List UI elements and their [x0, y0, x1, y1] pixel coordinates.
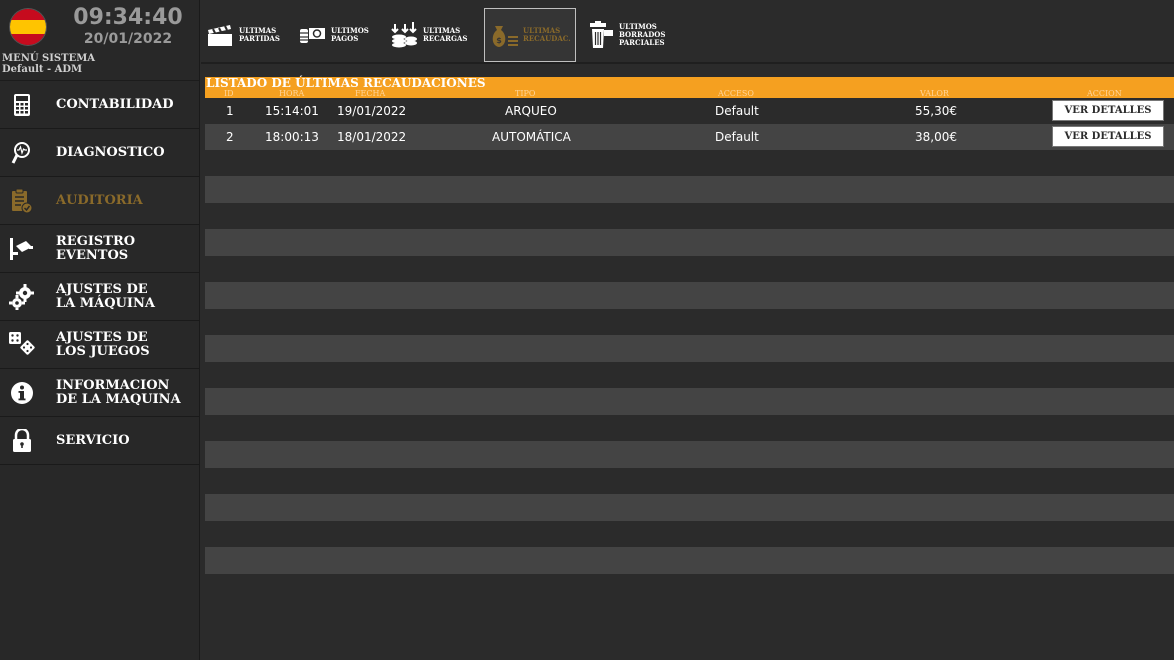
sidebar-item-label: AUDITORIA — [56, 192, 143, 208]
sidebar-item-label: DIAGNOSTICO — [56, 144, 165, 160]
cell-fecha: 19/01/2022 — [337, 104, 407, 118]
clock-date: 20/01/2022 — [83, 31, 173, 47]
cash-icon — [300, 28, 325, 43]
coins-icon — [391, 22, 417, 48]
empty-table-row — [205, 494, 1174, 521]
system-header: 09:34:40 20/01/2022 MENÚ SISTEMA Default… — [0, 0, 199, 81]
camera-icon — [8, 235, 36, 263]
sidebar-item-informacion[interactable]: INFORMACION DE LA MAQUINA — [0, 369, 199, 417]
column-header-fecha: FECHA — [355, 89, 386, 98]
cell-fecha: 18/01/2022 — [337, 130, 407, 144]
tab-ultimas-partidas[interactable]: ULTIMAS PARTIDAS — [201, 8, 289, 62]
sidebar-item-auditoria[interactable]: AUDITORIA — [0, 177, 199, 225]
cell-hora: 18:00:13 — [265, 130, 319, 144]
tab-label: ULTIMAS RECAUDAC. — [523, 26, 571, 43]
ver-detalles-button[interactable]: VER DETALLES — [1052, 100, 1164, 121]
trash-icon — [590, 21, 613, 48]
sidebar-item-registro-eventos[interactable]: REGISTRO EVENTOS — [0, 225, 199, 273]
empty-table-row — [205, 282, 1174, 309]
table-header: LISTADO DE ÚLTIMAS RECAUDACIONES ID HORA… — [205, 77, 1174, 98]
column-header-tipo: TIPO — [515, 89, 536, 98]
cell-tipo: AUTOMÁTICA — [492, 130, 571, 144]
tab-label: ULTIMAS RECARGAS — [423, 26, 468, 43]
cell-valor: 38,00€ — [915, 130, 957, 144]
menu-system-label: MENÚ SISTEMA Default - ADM — [2, 53, 95, 75]
sidebar-item-servicio[interactable]: SERVICIO — [0, 417, 199, 465]
sidebar-item-label: INFORMACION DE LA MAQUINA — [56, 377, 181, 407]
column-header-accion: ACCION — [1087, 89, 1122, 98]
empty-table-row — [205, 229, 1174, 256]
magnifier-icon — [8, 139, 36, 167]
sidebar-item-label: SERVICIO — [56, 432, 130, 448]
menu-title: MENÚ SISTEMA — [2, 53, 96, 64]
calculator-icon — [8, 91, 36, 119]
column-header-id: ID — [224, 89, 234, 98]
cell-acceso: Default — [715, 130, 759, 144]
column-header-hora: HORA — [279, 89, 305, 98]
sidebar: 09:34:40 20/01/2022 MENÚ SISTEMA Default… — [0, 0, 200, 660]
empty-table-row — [205, 176, 1174, 203]
cell-valor: 55,30€ — [915, 104, 957, 118]
clapperboard-icon — [208, 25, 232, 46]
toolbar: ULTIMAS PARTIDAS ULTIMOS PAGOS ULTIMAS R… — [201, 0, 1174, 64]
clock-time: 09:34:40 — [73, 5, 183, 30]
column-header-acceso: ACCESO — [718, 89, 754, 98]
tab-ultimas-recargas[interactable]: ULTIMAS RECARGAS — [385, 8, 479, 62]
empty-table-row — [205, 388, 1174, 415]
table-row: 2 18:00:13 18/01/2022 AUTOMÁTICA Default… — [205, 124, 1174, 150]
empty-table-row — [205, 335, 1174, 362]
cell-acceso: Default — [715, 104, 759, 118]
cell-tipo: ARQUEO — [505, 104, 557, 118]
empty-table-row — [205, 547, 1174, 574]
tab-ultimos-pagos[interactable]: ULTIMOS PAGOS — [293, 8, 381, 62]
table-row: 1 15:14:01 19/01/2022 ARQUEO Default 55,… — [205, 98, 1174, 124]
cell-id: 2 — [226, 130, 234, 144]
spain-flag-icon[interactable] — [10, 9, 46, 45]
sidebar-item-label: AJUSTES DE LOS JUEGOS — [56, 329, 150, 359]
tab-label: ULTIMOS BORRADOS PARCIALES — [619, 22, 666, 47]
sidebar-item-label: CONTABILIDAD — [56, 96, 174, 112]
cell-id: 1 — [226, 104, 234, 118]
table-title: LISTADO DE ÚLTIMAS RECAUDACIONES — [206, 76, 486, 90]
tab-ultimos-borrados-parciales[interactable]: ULTIMOS BORRADOS PARCIALES — [581, 8, 676, 62]
sidebar-item-ajustes-maquina[interactable]: AJUSTES DE LA MÁQUINA — [0, 273, 199, 321]
ver-detalles-button[interactable]: VER DETALLES — [1052, 126, 1164, 147]
lock-icon — [8, 427, 36, 455]
sidebar-item-diagnostico[interactable]: DIAGNOSTICO — [0, 129, 199, 177]
column-header-valor: VALOR — [920, 89, 949, 98]
user-label: Default - ADM — [2, 64, 83, 75]
money-bag-icon: $ — [492, 26, 518, 47]
recaudaciones-panel: LISTADO DE ÚLTIMAS RECAUDACIONES ID HORA… — [205, 77, 1174, 574]
cell-hora: 15:14:01 — [265, 104, 319, 118]
empty-table-row — [205, 441, 1174, 468]
dice-icon — [8, 331, 36, 359]
gears-icon — [8, 283, 36, 311]
clipboard-check-icon — [8, 187, 36, 215]
sidebar-item-label: REGISTRO EVENTOS — [56, 233, 136, 263]
info-icon — [8, 379, 36, 407]
sidebar-item-ajustes-juegos[interactable]: AJUSTES DE LOS JUEGOS — [0, 321, 199, 369]
sidebar-item-contabilidad[interactable]: CONTABILIDAD — [0, 81, 199, 129]
sidebar-item-label: AJUSTES DE LA MÁQUINA — [56, 281, 155, 311]
svg-text:$: $ — [496, 36, 502, 45]
tab-label: ULTIMOS PAGOS — [331, 26, 369, 43]
tab-label: ULTIMAS PARTIDAS — [239, 26, 280, 43]
tab-ultimas-recaudaciones[interactable]: $ ULTIMAS RECAUDAC. — [484, 8, 576, 62]
